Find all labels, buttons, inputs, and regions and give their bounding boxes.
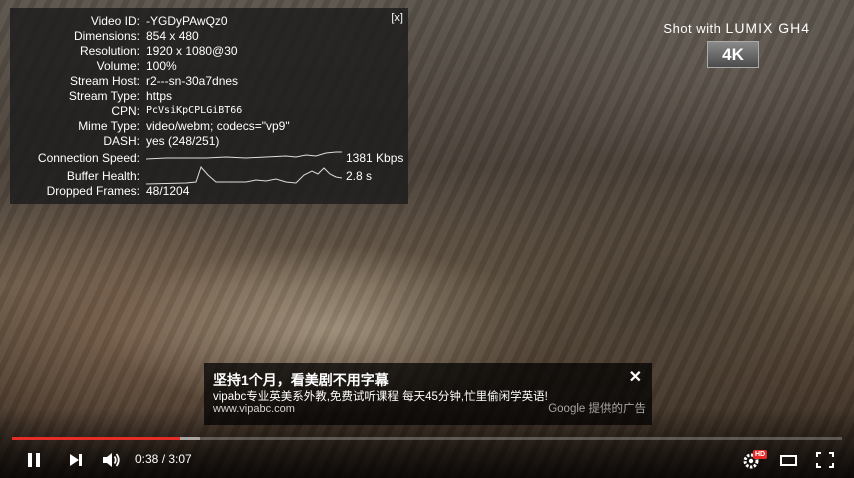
stat-row-mime-type: Mime Type: video/webm; codecs="vp9": [10, 119, 408, 134]
next-icon: [70, 454, 82, 466]
stat-value: r2---sn-30a7dnes: [146, 74, 239, 88]
ad-close-button[interactable]: ✕: [629, 367, 642, 387]
stat-row-dimensions: Dimensions: 854 x 480: [10, 29, 408, 44]
settings-button[interactable]: HD: [740, 449, 768, 471]
next-button[interactable]: [66, 449, 86, 471]
stat-label: Stream Type:: [68, 89, 140, 103]
stat-row-stream-host: Stream Host: r2---sn-30a7dnes: [10, 74, 408, 89]
time-display: 0:38 / 3:07: [135, 452, 192, 466]
stat-label: Volume:: [96, 59, 140, 73]
buffer-health-value: 2.8 s: [346, 169, 373, 183]
stat-row-resolution: Resolution: 1920 x 1080@30: [10, 44, 408, 59]
stat-label: Buffer Health:: [66, 169, 140, 183]
stat-value: 100%: [146, 59, 177, 73]
theater-mode-icon: [780, 455, 797, 466]
pause-button[interactable]: [24, 449, 44, 471]
stat-row-buffer-health: Buffer Health: 2.8 s: [10, 166, 408, 185]
stat-label: Resolution:: [79, 44, 140, 58]
stat-value: https: [146, 89, 173, 103]
stat-row-dropped-frames: Dropped Frames: 48/1204: [10, 184, 408, 199]
stat-row-video-id: Video ID: -YGDyPAwQz0: [10, 14, 408, 29]
stat-label: Stream Host:: [69, 74, 140, 88]
watermark-shot-with: Shot with: [663, 21, 722, 36]
stat-value: 48/1204: [146, 184, 190, 198]
buffer-health-graph: [146, 166, 342, 185]
stat-value: video/webm; codecs="vp9": [146, 119, 290, 133]
volume-button[interactable]: [100, 449, 124, 471]
fullscreen-icon: [816, 452, 834, 468]
watermark-brand: LUMIX GH4: [725, 20, 810, 36]
theater-mode-button[interactable]: [778, 449, 800, 471]
stat-row-connection-speed: Connection Speed: 1381 Kbps: [10, 151, 408, 166]
stats-for-nerds-panel: [x] Video ID: -YGDyPAwQz0 Dimensions: 85…: [10, 8, 408, 204]
stat-value: 1920 x 1080@30: [146, 44, 238, 58]
progress-bar[interactable]: [12, 437, 842, 440]
connection-speed-graph: [146, 151, 342, 160]
controls-gradient: [0, 408, 854, 478]
stat-row-cpn: CPN: PcVsiKpCPLGiBT66: [10, 104, 408, 119]
stat-row-volume: Volume: 100%: [10, 59, 408, 74]
volume-icon: [103, 453, 120, 467]
stat-label: Dropped Frames:: [46, 184, 140, 198]
stat-value: 854 x 480: [146, 29, 199, 43]
stat-label: DASH:: [103, 134, 140, 148]
pause-icon: [28, 453, 40, 467]
video-player[interactable]: [x] Video ID: -YGDyPAwQz0 Dimensions: 85…: [0, 0, 854, 478]
stat-row-stream-type: Stream Type: https: [10, 89, 408, 104]
camera-watermark: Shot with LUMIX GH4: [663, 20, 810, 36]
fullscreen-button[interactable]: [814, 449, 836, 471]
stat-value: yes (248/251): [146, 134, 220, 148]
hd-badge: HD: [753, 450, 768, 459]
stat-label: Video ID:: [90, 14, 140, 28]
stat-label: Dimensions:: [73, 29, 140, 43]
connection-speed-value: 1381 Kbps: [346, 151, 404, 165]
stat-label: CPN:: [111, 104, 140, 118]
stat-value: -YGDyPAwQz0: [146, 14, 228, 28]
stat-label: Mime Type:: [78, 119, 140, 133]
ad-description[interactable]: vipabc专业英美系外教,免费试听课程 每天45分钟,忙里偷闲学英语!: [213, 388, 548, 404]
progress-played: [12, 437, 181, 440]
stat-value: PcVsiKpCPLGiBT66: [146, 105, 243, 116]
ad-title[interactable]: 坚持1个月，看美剧不用字幕: [213, 370, 389, 390]
watermark-4k-badge: 4K: [707, 41, 759, 68]
stat-label: Connection Speed:: [37, 151, 140, 165]
